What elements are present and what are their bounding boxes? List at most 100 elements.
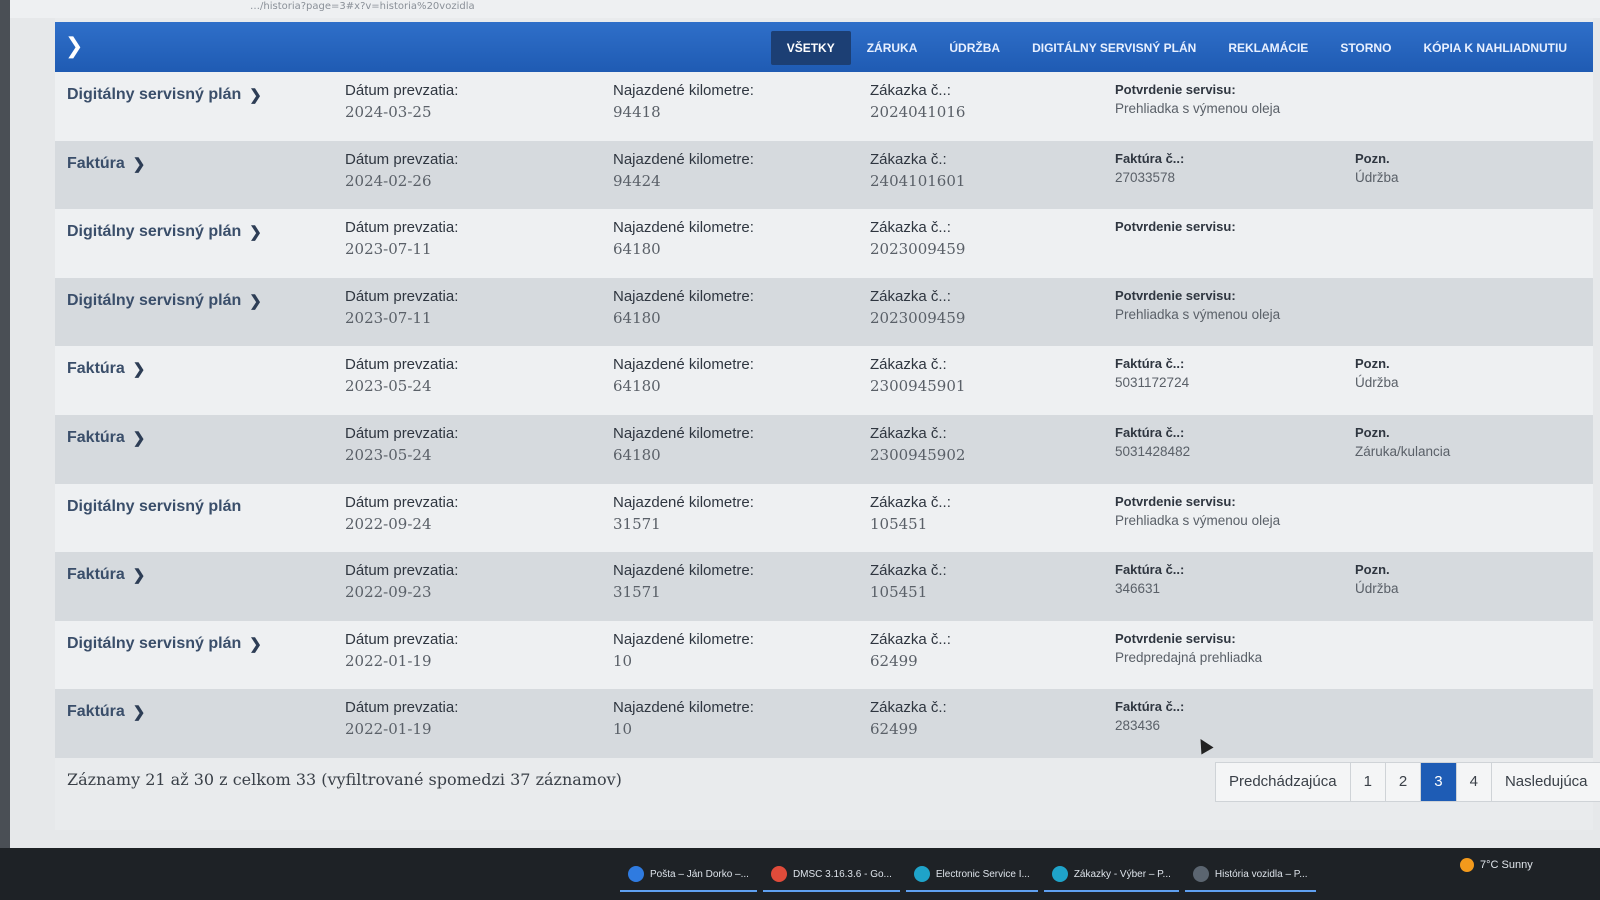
- km-label: Najazdené kilometre:: [613, 150, 754, 168]
- tab-digitálny-servisný-plán[interactable]: DIGITÁLNY SERVISNÝ PLÁN: [1016, 31, 1212, 65]
- taskbar-item-label: História vozidla – P...: [1214, 868, 1308, 880]
- detail-value: 283436: [1115, 718, 1161, 734]
- detail-value: Prehliadka s výmenou oleja: [1115, 512, 1281, 528]
- order-cell: Zákazka č..: 62499: [870, 631, 951, 670]
- order-cell: Zákazka č..: 2024041016: [870, 82, 965, 121]
- entry-type-label: Faktúra: [67, 703, 125, 721]
- entry-type-link[interactable]: Faktúra ❯: [67, 360, 145, 378]
- taskbar-item[interactable]: DMSC 3.16.3.6 - Go...: [762, 858, 900, 892]
- order-label: Zákazka č..:: [870, 493, 951, 511]
- entry-type-link[interactable]: Faktúra ❯: [67, 429, 145, 447]
- entry-type-link[interactable]: Faktúra ❯: [67, 703, 145, 721]
- km-cell: Najazdené kilometre: 64180: [613, 356, 754, 395]
- date-value: 2022-01-19: [345, 720, 432, 739]
- detail-label: Faktúra č..:: [1115, 150, 1185, 166]
- entry-type-cell: Faktúra ❯: [67, 429, 145, 447]
- tab-reklamácie[interactable]: REKLAMÁCIE: [1212, 31, 1324, 65]
- km-value: 64180: [613, 308, 661, 327]
- taskbar-item[interactable]: Electronic Service I...: [905, 858, 1038, 892]
- note-value: Údržba: [1355, 169, 1399, 185]
- table-row: Digitálny servisný plán ❯ Dátum prevzati…: [55, 620, 1593, 690]
- entry-type-link[interactable]: Digitálny servisný plán ❯: [67, 292, 262, 310]
- date-value: 2022-09-23: [345, 583, 432, 602]
- detail-value: 346631: [1115, 581, 1161, 597]
- expand-sidebar-chevron-icon[interactable]: ❯: [65, 32, 89, 62]
- pagination-next[interactable]: Nasledujúca: [1492, 763, 1600, 801]
- entry-type-cell: Faktúra ❯: [67, 566, 145, 584]
- pagination-page-4[interactable]: 4: [1457, 763, 1492, 801]
- detail-cell: Potvrdenie servisu: Prehliadka s výmenou…: [1115, 494, 1280, 528]
- pagination: Predchádzajúca 1 2 3 4 Nasledujúca: [1215, 762, 1600, 802]
- entry-type-cell: Faktúra ❯: [67, 155, 145, 173]
- table-row: Digitálny servisný plán ❯ Dátum prevzati…: [55, 277, 1593, 347]
- taskbar-item-label: Pošta – Ján Dorko –...: [650, 868, 749, 880]
- table-row: Faktúra ❯ Dátum prevzatia: 2024-02-26 Na…: [55, 140, 1593, 210]
- date-label: Dátum prevzatia:: [345, 699, 459, 717]
- taskbar-item[interactable]: Zákazky - Výber – P...: [1043, 858, 1179, 892]
- tab-kópia-k-nahliadnutiu[interactable]: KÓPIA K NAHLIADNUTIU: [1407, 31, 1583, 65]
- entry-type-cell: Digitálny servisný plán ❯: [67, 86, 262, 104]
- taskbar-item[interactable]: História vozidla – P...: [1184, 858, 1316, 892]
- table-row: Faktúra ❯ Dátum prevzatia: 2022-09-23 Na…: [55, 552, 1593, 621]
- entry-type-link[interactable]: Digitálny servisný plán ❯: [67, 635, 262, 653]
- km-value: 31571: [613, 583, 661, 602]
- km-label: Najazdené kilometre:: [613, 699, 754, 717]
- tab-storno[interactable]: STORNO: [1324, 31, 1407, 65]
- date-cell: Dátum prevzatia: 2024-03-25: [345, 82, 458, 121]
- weather-text: 7°C Sunny: [1480, 859, 1533, 871]
- entry-type-link[interactable]: Digitálny servisný plán ❯: [67, 86, 262, 104]
- pagination-page-3[interactable]: 3: [1421, 763, 1457, 801]
- detail-cell: Potvrdenie servisu: Prehliadka s výmenou…: [1115, 82, 1280, 116]
- date-value: 2023-05-24: [345, 445, 432, 464]
- entry-type-cell: Digitálny servisný plán: [67, 498, 241, 516]
- chevron-right-icon: ❯: [132, 704, 146, 722]
- date-value: 2024-03-25: [345, 103, 432, 121]
- order-cell: Zákazka č.: 105451: [870, 562, 947, 601]
- km-label: Najazdené kilometre:: [613, 493, 754, 511]
- order-cell: Zákazka č.: 62499: [870, 699, 947, 738]
- taskbar-item[interactable]: Pošta – Ján Dorko –...: [620, 858, 757, 892]
- note-label: Pozn.: [1355, 356, 1390, 372]
- entry-type-link[interactable]: Faktúra ❯: [67, 155, 145, 173]
- pagination-page-2[interactable]: 2: [1386, 763, 1422, 801]
- tab-všetky[interactable]: VŠETKY: [770, 31, 851, 65]
- entry-type-label: Faktúra: [67, 566, 125, 584]
- order-value: 2300945901: [870, 377, 966, 396]
- tab-údržba[interactable]: ÚDRŽBA: [933, 31, 1016, 65]
- entry-type-label: Digitálny servisný plán: [67, 497, 242, 515]
- date-cell: Dátum prevzatia: 2023-05-24: [345, 356, 458, 395]
- chevron-right-icon: ❯: [249, 87, 262, 104]
- entry-type-label: Digitálny servisný plán: [67, 291, 242, 309]
- date-value: 2023-07-11: [345, 308, 432, 327]
- tab-záruka[interactable]: ZÁRUKA: [851, 31, 934, 65]
- chevron-right-icon: ❯: [132, 567, 146, 585]
- detail-label: Potvrdenie servisu:: [1115, 493, 1236, 509]
- order-label: Zákazka č..:: [870, 219, 951, 237]
- detail-label: Potvrdenie servisu:: [1115, 219, 1236, 235]
- order-value: 2024041016: [870, 103, 966, 121]
- pagination-prev[interactable]: Predchádzajúca: [1216, 763, 1351, 801]
- km-label: Najazdené kilometre:: [613, 356, 754, 374]
- detail-label: Faktúra č..:: [1115, 562, 1185, 578]
- km-cell: Najazdené kilometre: 64180: [613, 219, 754, 258]
- date-label: Dátum prevzatia:: [345, 356, 459, 374]
- order-value: 2404101601: [870, 171, 966, 190]
- order-cell: Zákazka č.: 2404101601: [870, 151, 965, 190]
- note-cell: Pozn. Údržba: [1355, 151, 1399, 185]
- entry-type-link[interactable]: Digitálny servisný plán: [67, 498, 241, 516]
- detail-cell: Faktúra č..: 5031172724: [1115, 356, 1189, 390]
- chevron-right-icon: ❯: [249, 292, 262, 310]
- entry-type-link[interactable]: Digitálny servisný plán ❯: [67, 223, 262, 241]
- km-cell: Najazdené kilometre: 94424: [613, 151, 754, 190]
- filter-tabs: VŠETKY ZÁRUKA ÚDRŽBA DIGITÁLNY SERVISNÝ PLÁ…: [770, 31, 1583, 65]
- note-label: Pozn.: [1355, 562, 1390, 578]
- table-row: Digitálny servisný plán ❯ Dátum prevzati…: [55, 209, 1593, 278]
- weather-widget[interactable]: 7°C Sunny: [1460, 858, 1533, 872]
- detail-cell: Faktúra č..: 27033578: [1115, 151, 1184, 185]
- entry-type-link[interactable]: Faktúra ❯: [67, 566, 145, 584]
- order-label: Zákazka č.:: [870, 150, 947, 168]
- order-value: 2023009459: [870, 308, 966, 327]
- km-value: 10: [613, 720, 633, 739]
- history-list: Digitálny servisný plán ❯ Dátum prevzati…: [55, 72, 1593, 758]
- pagination-page-1[interactable]: 1: [1351, 763, 1386, 801]
